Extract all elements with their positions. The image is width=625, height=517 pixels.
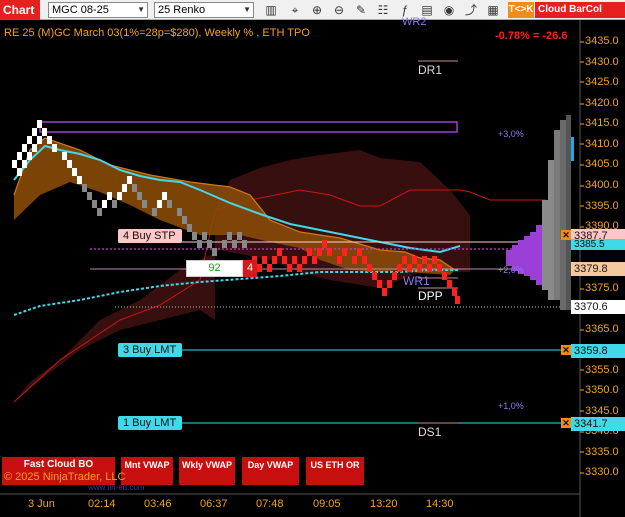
day-vwap-button[interactable]: Day VWAP bbox=[242, 457, 299, 485]
price-tick: 3345.0 bbox=[585, 405, 619, 417]
wr2-label: WR2 bbox=[402, 16, 427, 28]
price-tick: 3415.0 bbox=[585, 117, 619, 129]
lmt1-price-flag: 3341.7 bbox=[571, 417, 625, 431]
zoom-in-icon[interactable]: ⊕ bbox=[309, 2, 325, 18]
price-tick: 3335.0 bbox=[585, 446, 619, 458]
bar-chart-icon[interactable]: ▥ bbox=[263, 2, 279, 18]
price-tick: 3420.0 bbox=[585, 97, 619, 109]
price-tick: 3395.0 bbox=[585, 200, 619, 212]
chart-title: RE 25 (M)GC March 03(1%=28p=$280), Weekl… bbox=[4, 27, 310, 39]
dr1-label: DR1 bbox=[418, 63, 443, 77]
crosshair-icon[interactable]: ⌖ bbox=[287, 2, 303, 18]
website-text: www.fin-ed.com bbox=[88, 483, 145, 492]
price-tick: 3425.0 bbox=[585, 76, 619, 88]
bar-type-select[interactable]: 25 Renko ▼ bbox=[154, 2, 254, 18]
pct-mark-1: +1,0% bbox=[498, 401, 524, 411]
share-icon[interactable]: ⤴ bbox=[463, 2, 479, 18]
price-tick: 3410.0 bbox=[585, 138, 619, 150]
price-tick: 3400.0 bbox=[585, 179, 619, 191]
buy-lmt-3-order[interactable]: 3 Buy LMT bbox=[118, 343, 183, 357]
price-tick: 3330.0 bbox=[585, 466, 619, 478]
zoom-out-icon[interactable]: ⊖ bbox=[331, 2, 347, 18]
time-tick: 07:48 bbox=[256, 498, 284, 510]
cancel-order-icon[interactable]: ✕ bbox=[561, 418, 571, 428]
ds1-label: DS1 bbox=[418, 425, 442, 439]
chart-toolbar: Chart MGC 08-25 ▼ 25 Renko ▼ ▥ ⌖ ⊕ ⊖ ✎ ☷… bbox=[0, 0, 625, 20]
time-tick: 3 Jun bbox=[28, 498, 55, 510]
bar-type-value: 25 Renko bbox=[158, 4, 206, 16]
cancel-order-icon[interactable]: ✕ bbox=[561, 345, 571, 355]
instrument-value: MGC 08-25 bbox=[52, 4, 109, 16]
tpo-value-box bbox=[39, 121, 458, 133]
price-tick: 3365.0 bbox=[585, 323, 619, 335]
last-price-flag: 3379.8 bbox=[571, 262, 625, 276]
time-tick: 09:05 bbox=[313, 498, 341, 510]
time-tick: 02:14 bbox=[88, 498, 116, 510]
camera-icon[interactable]: ◉ bbox=[441, 2, 457, 18]
chevron-down-icon: ▼ bbox=[137, 5, 145, 14]
us-eth-or-button[interactable]: US ETH OR bbox=[306, 457, 364, 485]
price-tick: 3430.0 bbox=[585, 56, 619, 68]
buy-stp-order[interactable]: 4 Buy STP bbox=[118, 229, 182, 243]
position-count[interactable]: 4 bbox=[243, 260, 257, 277]
price-axis-ticks bbox=[580, 41, 584, 474]
price-tick: 3375.0 bbox=[585, 282, 619, 294]
fast-cloud-bo-label: Fast Cloud BO bbox=[23, 459, 94, 470]
price-tick: 3435.0 bbox=[585, 35, 619, 47]
tk-button[interactable]: T<>K bbox=[508, 2, 534, 18]
time-tick: 06:37 bbox=[200, 498, 228, 510]
change-percent-label: -0.78% = -26.6 bbox=[495, 30, 568, 42]
cloud-barcol-button[interactable]: Cloud BarCol bbox=[535, 2, 625, 18]
buy-lmt-1-order[interactable]: 1 Buy LMT bbox=[118, 416, 183, 430]
wr1-label: WR1 bbox=[403, 274, 430, 288]
cancel-order-icon[interactable]: ✕ bbox=[561, 230, 571, 240]
properties-icon[interactable]: ☷ bbox=[375, 2, 391, 18]
price-tick: 3350.0 bbox=[585, 384, 619, 396]
time-tick: 03:46 bbox=[144, 498, 172, 510]
chevron-down-icon: ▼ bbox=[243, 5, 251, 14]
time-tick: 14:30 bbox=[426, 498, 454, 510]
cyan-price-flag: 3385.5 bbox=[571, 239, 625, 250]
tpo-profile bbox=[506, 115, 574, 310]
instrument-select[interactable]: MGC 08-25 ▼ bbox=[48, 2, 148, 18]
wkly-vwap-button[interactable]: Wkly VWAP bbox=[179, 457, 235, 485]
mnt-vwap-button[interactable]: Mnt VWAP bbox=[121, 457, 173, 485]
price-plot[interactable] bbox=[0, 20, 625, 517]
chart-panel[interactable]: RE 25 (M)GC March 03(1%=28p=$280), Weekl… bbox=[0, 16, 625, 517]
lmt3-price-flag: 3359.8 bbox=[571, 344, 625, 358]
dotted-price-flag: 3370.6 bbox=[571, 300, 625, 314]
chart-tab[interactable]: Chart bbox=[0, 0, 40, 20]
price-tick: 3405.0 bbox=[585, 158, 619, 170]
price-tick: 3355.0 bbox=[585, 364, 619, 376]
pct-mark-3: +3,0% bbox=[498, 129, 524, 139]
time-tick: 13:20 bbox=[370, 498, 398, 510]
pencil-icon[interactable]: ✎ bbox=[353, 2, 369, 18]
dpp-label: DPP bbox=[418, 289, 443, 303]
layout-icon[interactable]: ▦ bbox=[485, 2, 501, 18]
copyright-text: © 2025 NinjaTrader, LLC bbox=[4, 471, 126, 483]
position-qty[interactable]: 92 bbox=[186, 260, 243, 277]
pct-mark-2: +2,0% bbox=[498, 265, 524, 275]
